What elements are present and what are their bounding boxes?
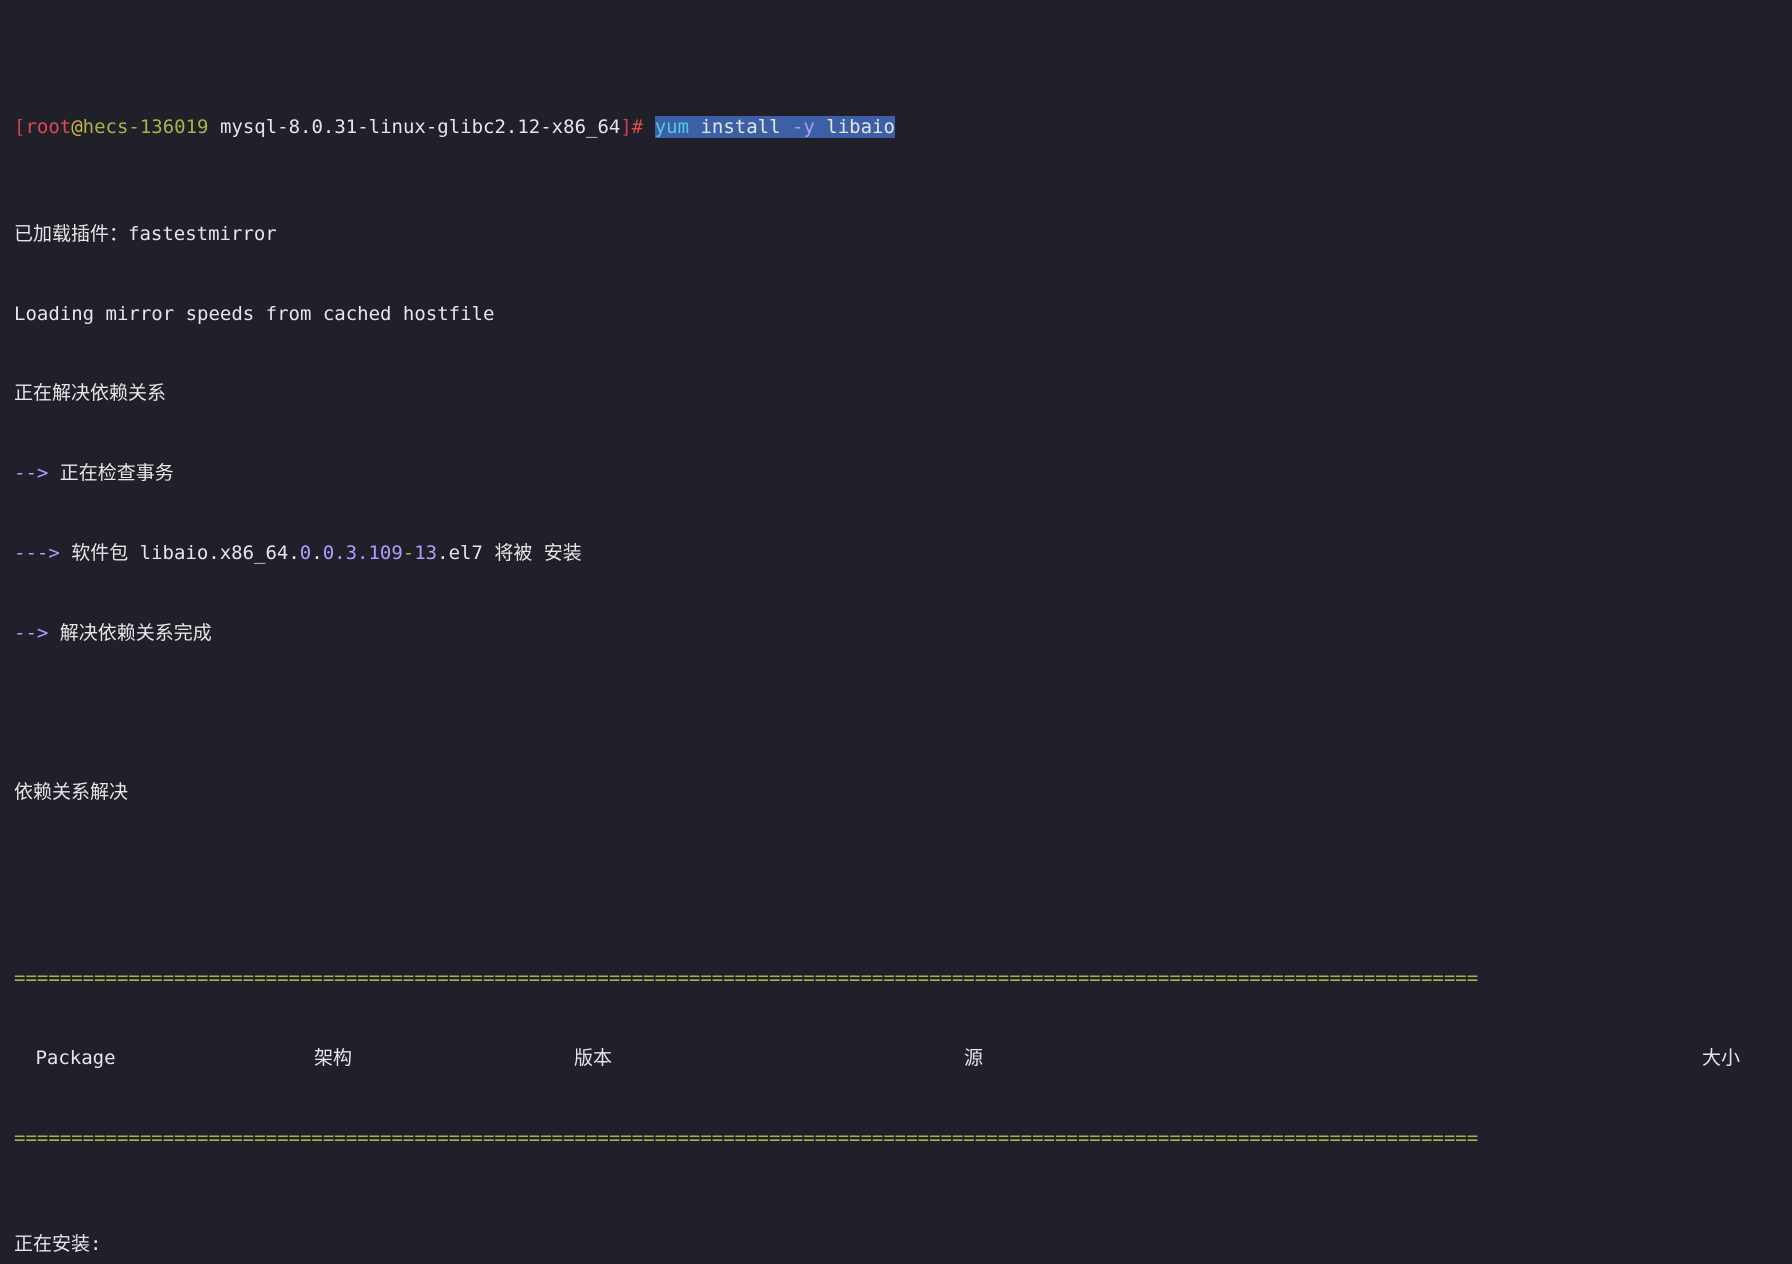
prompt-rbracket: ] [620,116,631,138]
terminal[interactable]: [root@hecs-136019 mysql-8.0.31-linux-gli… [0,0,1792,1264]
command-text[interactable]: yum install -y libaio [655,116,895,138]
output-text: 解决依赖关系完成 [60,622,212,644]
arrow-icon: ---> [14,542,71,564]
divider: ========================================… [14,1125,1778,1152]
cmd-pkg: libaio [815,116,895,138]
prompt-host: hecs-136019 [83,116,209,138]
prompt-at: @ [71,116,82,138]
arrow-icon: --> [14,462,60,484]
cmd-flag: -y [781,116,815,138]
blank-line [14,859,1778,886]
output-line: 已加载插件：fastestmirror [14,221,1778,248]
num: 0 [300,542,311,564]
output-text: 正在检查事务 [60,462,174,484]
prompt-cwd: mysql-8.0.31-linux-glibc2.12-x86_64 [209,116,621,138]
output-text: 软件包 libaio.x86_64. [71,542,300,564]
output-line: 依赖关系解决 [14,779,1778,806]
th-package: Package [14,1045,314,1072]
num: 13 [414,542,437,564]
output-text: .el7 将被 安装 [437,542,582,564]
dash: - [403,542,414,564]
output-line: Loading mirror speeds from cached hostfi… [14,301,1778,328]
prompt-hash: # [632,116,643,138]
output-line: --> 解决依赖关系完成 [14,620,1778,647]
num: 0.3.109 [323,542,403,564]
output-line: --> 正在检查事务 [14,460,1778,487]
dot: . [311,542,322,564]
divider: ========================================… [14,965,1778,992]
th-arch: 架构 [314,1045,574,1072]
prompt-line[interactable]: [root@hecs-136019 mysql-8.0.31-linux-gli… [14,114,1778,141]
prompt-lbracket: [ [14,116,25,138]
prompt-user: root [25,116,71,138]
cmd-install: install [689,116,781,138]
th-repo: 源 [964,1045,1214,1072]
cmd-yum: yum [655,116,689,138]
th-version: 版本 [574,1045,964,1072]
th-size: 大小 [1214,1045,1778,1072]
installing-header: 正在安装: [14,1231,1778,1258]
output-line: ---> 软件包 libaio.x86_64.0.0.3.109-13.el7 … [14,540,1778,567]
table-header: Package 架构 版本 源 大小 [14,1045,1778,1072]
arrow-icon: --> [14,622,60,644]
output-line: 正在解决依赖关系 [14,380,1778,407]
blank-line [14,699,1778,726]
